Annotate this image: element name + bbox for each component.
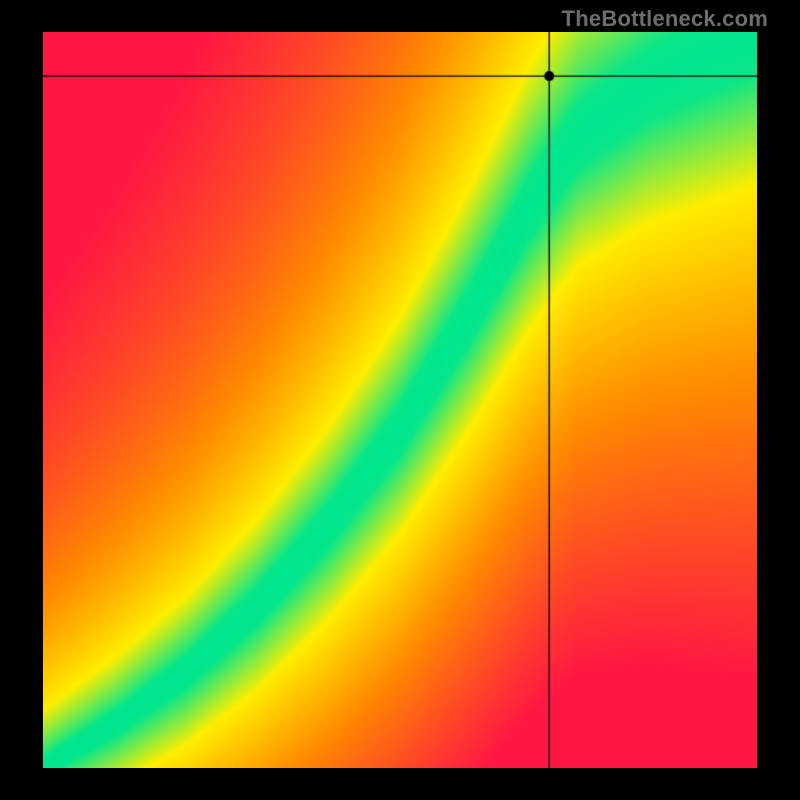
watermark-text: TheBottleneck.com [562, 6, 768, 32]
chart-frame: TheBottleneck.com [0, 0, 800, 800]
plot-area [43, 32, 757, 768]
crosshair-overlay [43, 32, 757, 768]
